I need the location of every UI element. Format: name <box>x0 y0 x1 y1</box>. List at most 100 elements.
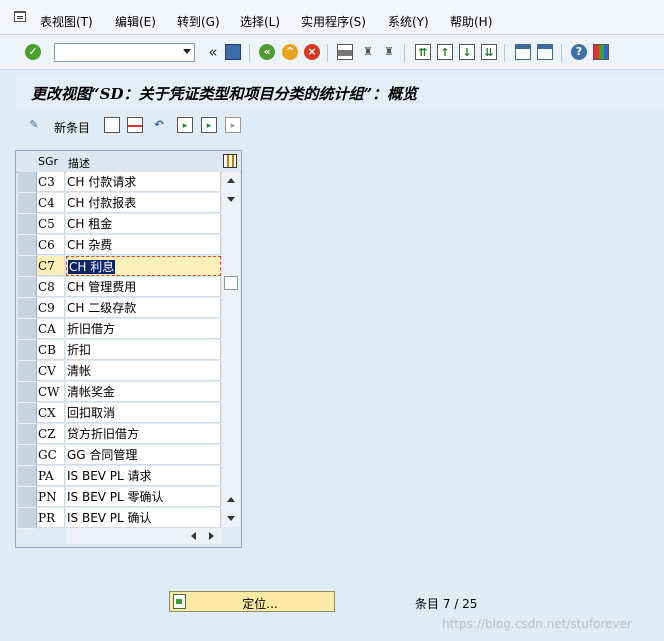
cell-sgr[interactable]: PN <box>37 487 65 507</box>
cancel-icon[interactable]: × <box>304 44 320 60</box>
menu-goto[interactable]: 转到(G) <box>177 15 220 29</box>
customize-layout-icon[interactable] <box>593 44 609 60</box>
next-page-icon[interactable]: ↓ <box>459 44 475 60</box>
scroll-down-icon[interactable] <box>227 197 235 202</box>
row-selector[interactable] <box>18 256 37 277</box>
print-icon[interactable] <box>337 44 353 60</box>
menu-edit[interactable]: 编辑(E) <box>115 15 156 29</box>
scroll-left-icon[interactable] <box>191 532 196 540</box>
cell-description[interactable]: CH 管理费用 <box>66 277 221 297</box>
cell-description[interactable]: CH 杂费 <box>66 235 221 255</box>
shortcut-icon[interactable] <box>537 44 553 60</box>
row-selector[interactable] <box>18 361 37 382</box>
new-entries-button[interactable]: 新条目 <box>54 119 90 136</box>
cell-description[interactable]: 折扣 <box>66 340 221 360</box>
display-change-icon[interactable]: ✎ <box>26 117 42 133</box>
row-selector[interactable] <box>18 340 37 361</box>
first-page-icon[interactable]: ⇈ <box>415 44 431 60</box>
row-selector[interactable] <box>18 445 37 466</box>
cell-sgr[interactable]: C7 <box>37 256 65 276</box>
row-selector[interactable] <box>18 508 37 529</box>
row-selector[interactable] <box>18 235 37 256</box>
row-selector[interactable] <box>18 214 37 235</box>
cell-sgr[interactable]: C4 <box>37 193 65 213</box>
cell-description[interactable]: CH 租金 <box>66 214 221 234</box>
column-header-sgr[interactable]: SGr <box>38 155 58 168</box>
back-icon[interactable]: « <box>259 44 275 60</box>
table-settings-icon[interactable] <box>223 154 237 168</box>
cell-sgr[interactable]: CB <box>37 340 65 360</box>
scroll-right-icon[interactable] <box>209 532 214 540</box>
undo-icon[interactable]: ↶ <box>151 117 167 133</box>
row-selector[interactable] <box>18 382 37 403</box>
save-icon[interactable] <box>225 44 241 60</box>
cell-description[interactable]: 回扣取消 <box>66 403 221 423</box>
row-selector[interactable] <box>18 487 37 508</box>
cell-sgr[interactable]: CA <box>37 319 65 339</box>
cell-sgr[interactable]: GC <box>37 445 65 465</box>
cell-sgr[interactable]: CZ <box>37 424 65 444</box>
cell-sgr[interactable]: C8 <box>37 277 65 297</box>
chevron-down-icon[interactable] <box>183 49 191 54</box>
cell-description[interactable]: CH 二级存款 <box>66 298 221 318</box>
cell-sgr[interactable]: C9 <box>37 298 65 318</box>
cell-description[interactable]: 贷方折旧借方 <box>66 424 221 444</box>
last-page-icon[interactable]: ⇊ <box>481 44 497 60</box>
cell-description[interactable]: IS BEV PL 请求 <box>66 466 221 486</box>
command-field[interactable] <box>54 43 195 62</box>
system-menu-icon[interactable] <box>14 11 26 22</box>
deselect-all-icon[interactable]: ▸ <box>225 117 241 133</box>
cell-description[interactable]: 清帐奖金 <box>66 382 221 402</box>
row-selector[interactable] <box>18 277 37 298</box>
scroll-page-up-icon[interactable] <box>227 497 235 502</box>
cell-description[interactable]: GG 合同管理 <box>66 445 221 465</box>
cell-description[interactable]: CH 利息 <box>66 256 221 276</box>
cell-sgr[interactable]: PR <box>37 508 65 528</box>
scroll-page-down-icon[interactable] <box>227 516 235 521</box>
select-block-icon[interactable]: ▸ <box>201 117 217 133</box>
copy-as-icon[interactable] <box>104 117 120 133</box>
enter-check-icon[interactable]: ✓ <box>25 44 41 60</box>
menu-bar: 表视图(T) 编辑(E) 转到(G) 选择(L) 实用程序(S) 系统(Y) 帮… <box>0 0 664 35</box>
row-selector[interactable] <box>18 298 37 319</box>
menu-utilities[interactable]: 实用程序(S) <box>301 15 366 29</box>
exit-icon[interactable]: ^ <box>282 44 298 60</box>
menu-table-view[interactable]: 表视图(T) <box>40 15 93 29</box>
menu-select[interactable]: 选择(L) <box>240 15 280 29</box>
scrollbar-thumb[interactable] <box>224 276 238 290</box>
row-selector[interactable] <box>18 424 37 445</box>
cell-description[interactable]: CH 付款请求 <box>66 172 221 192</box>
delete-icon[interactable] <box>127 117 143 133</box>
collapse-icon[interactable]: « <box>205 44 221 60</box>
cell-description[interactable]: CH 付款报表 <box>66 193 221 213</box>
column-header-description[interactable]: 描述 <box>68 155 90 171</box>
row-selector[interactable] <box>18 466 37 487</box>
cell-sgr[interactable]: CV <box>37 361 65 381</box>
previous-page-icon[interactable]: ↑ <box>437 44 453 60</box>
horizontal-scrollbar[interactable] <box>66 528 222 544</box>
new-session-icon[interactable] <box>515 44 531 60</box>
cell-sgr[interactable]: CX <box>37 403 65 423</box>
row-selector[interactable] <box>18 172 37 193</box>
vertical-scrollbar[interactable] <box>222 172 240 527</box>
help-icon[interactable]: ? <box>571 44 587 60</box>
menu-system[interactable]: 系统(Y) <box>388 15 429 29</box>
cell-description[interactable]: IS BEV PL 零确认 <box>66 487 221 507</box>
cell-sgr[interactable]: C6 <box>37 235 65 255</box>
menu-help[interactable]: 帮助(H) <box>450 15 492 29</box>
position-button[interactable]: 定位... <box>169 591 335 612</box>
find-icon[interactable]: ♜ <box>360 44 376 60</box>
cell-sgr[interactable]: CW <box>37 382 65 402</box>
scroll-up-icon[interactable] <box>227 178 235 183</box>
cell-sgr[interactable]: C5 <box>37 214 65 234</box>
select-all-icon[interactable]: ▸ <box>177 117 193 133</box>
row-selector[interactable] <box>18 403 37 424</box>
cell-description[interactable]: 清帐 <box>66 361 221 381</box>
cell-sgr[interactable]: C3 <box>37 172 65 192</box>
row-selector[interactable] <box>18 319 37 340</box>
cell-description[interactable]: 折旧借方 <box>66 319 221 339</box>
cell-description[interactable]: IS BEV PL 确认 <box>66 508 221 528</box>
find-next-icon[interactable]: ♜ <box>381 44 397 60</box>
cell-sgr[interactable]: PA <box>37 466 65 486</box>
row-selector[interactable] <box>18 193 37 214</box>
